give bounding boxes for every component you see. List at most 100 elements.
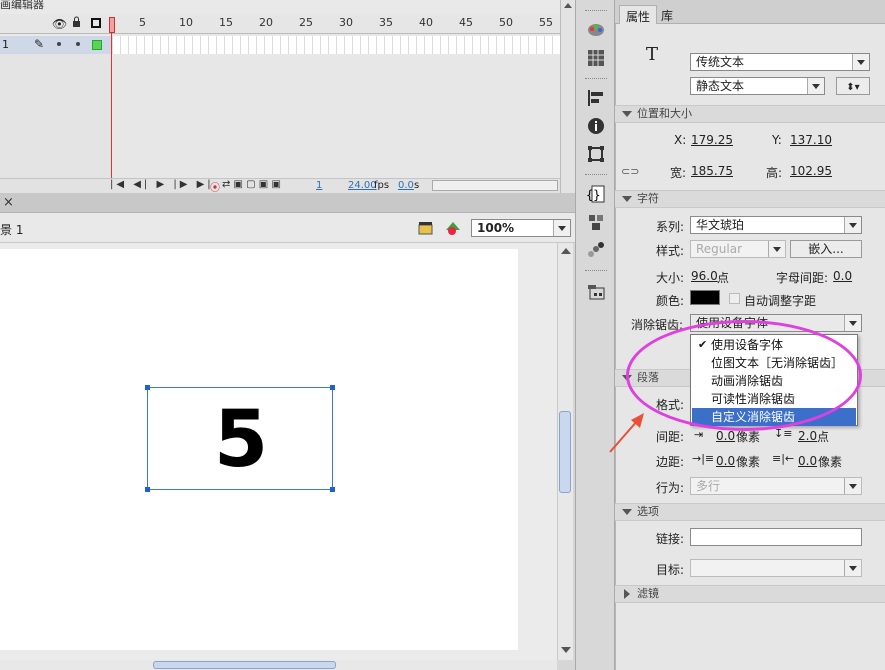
frame-ruler[interactable]: 1510152025303540455055 xyxy=(0,0,560,29)
motion-presets-icon[interactable] xyxy=(586,240,606,260)
handle-top-right[interactable] xyxy=(330,385,335,390)
zoom-value: 100% xyxy=(477,221,515,235)
width-label: 宽: xyxy=(670,166,687,180)
swatches-icon[interactable] xyxy=(586,48,606,68)
size-value[interactable]: 96.0 xyxy=(691,269,718,283)
tab-properties[interactable]: 属性 xyxy=(619,5,658,24)
left-margin-value[interactable]: 0.0 xyxy=(716,454,735,468)
indent-value[interactable]: 0.0 xyxy=(716,429,735,443)
text-engine-value: 传统文本 xyxy=(696,55,745,69)
line-spacing-value[interactable]: 2.0 xyxy=(798,429,817,443)
scroll-down-icon[interactable] xyxy=(561,647,571,653)
y-value[interactable]: 137.10 xyxy=(790,133,832,147)
frame-number: 15 xyxy=(219,16,233,29)
lock-dot-icon[interactable] xyxy=(76,42,80,46)
actions-icon[interactable]: {} xyxy=(586,184,606,204)
current-frame[interactable]: 1 xyxy=(316,180,322,191)
pencil-icon: ✎ xyxy=(34,37,45,51)
layer-list-empty xyxy=(0,54,112,178)
family-label: 系列: xyxy=(656,220,685,234)
elapsed-unit: s xyxy=(414,180,420,191)
edit-scene-icon[interactable] xyxy=(418,221,434,235)
section-options[interactable]: 选项 xyxy=(615,503,885,521)
frame-number: 50 xyxy=(499,16,513,29)
stage-horizontal-scrollbar[interactable] xyxy=(0,660,557,670)
handle-top-left[interactable] xyxy=(145,385,150,390)
library-panel-icon[interactable] xyxy=(586,282,606,302)
document-tab-bar: × xyxy=(0,193,575,213)
layer-row[interactable]: 1 ✎ xyxy=(0,36,112,54)
fps-value[interactable]: 24.00 xyxy=(348,180,377,191)
frame-number: 35 xyxy=(379,16,393,29)
stage-vertical-scrollbar[interactable] xyxy=(557,243,573,660)
align-icon[interactable] xyxy=(586,88,606,108)
target-label: 目标: xyxy=(656,563,685,577)
frame-number: 40 xyxy=(419,16,433,29)
color-swatch[interactable] xyxy=(690,290,720,305)
x-label: X: xyxy=(674,133,687,147)
autokern-label: 自动调整字距 xyxy=(744,294,817,308)
text-field-selection[interactable]: 5 xyxy=(145,385,335,492)
handle-bottom-left[interactable] xyxy=(145,487,150,492)
stage-text[interactable]: 5 xyxy=(148,388,334,491)
embed-button[interactable]: 嵌入... xyxy=(790,240,862,258)
link-label: 链接: xyxy=(656,532,685,546)
transform-icon[interactable] xyxy=(586,144,606,164)
components-icon[interactable] xyxy=(586,212,606,232)
font-style-select: Regular xyxy=(690,240,786,258)
edit-bar: 景 1 100% xyxy=(0,213,575,243)
panel-icon-strip: {} xyxy=(575,0,615,670)
font-style-value: Regular xyxy=(696,242,743,256)
timeline-panel: 画编辑器 👁 1510152025303540455055 1 ✎ |◀ ◀| … xyxy=(0,0,575,194)
link-input[interactable] xyxy=(690,528,862,546)
timeline-scrollbar[interactable] xyxy=(560,0,575,193)
svg-text:{}: {} xyxy=(586,188,600,202)
annotation-arrow-icon xyxy=(609,413,644,453)
behavior-label: 行为: xyxy=(656,481,685,495)
section-position-size[interactable]: 位置和大小 xyxy=(615,105,885,123)
letter-spacing-value[interactable]: 0.0 xyxy=(833,269,852,283)
handle-bottom-right[interactable] xyxy=(330,487,335,492)
layer-color-icon[interactable] xyxy=(92,40,102,50)
frame-number: 45 xyxy=(459,16,473,29)
scroll-up-icon[interactable] xyxy=(564,3,572,8)
text-type-value: 静态文本 xyxy=(696,79,745,93)
tab-library[interactable]: 库 xyxy=(655,5,679,24)
target-select xyxy=(690,559,862,577)
playhead[interactable] xyxy=(109,17,115,33)
font-family-select[interactable]: 华文琥珀 xyxy=(690,216,862,234)
color-icon[interactable] xyxy=(586,20,606,40)
section-character[interactable]: 字符 xyxy=(615,190,885,208)
orientation-icon: ⬍▾ xyxy=(846,82,860,93)
grip xyxy=(585,78,607,80)
scroll-up-icon[interactable] xyxy=(561,248,571,254)
playback-controls-icon[interactable]: |◀ ◀| ▶ |▶ ▶| xyxy=(110,179,214,190)
visible-dot-icon[interactable] xyxy=(57,42,61,46)
edit-symbol-icon[interactable] xyxy=(444,220,464,236)
onion-skin-icon[interactable]: ⇄ ▣ ▢ ▣ ▣ xyxy=(222,179,281,190)
scene-label[interactable]: 景 1 xyxy=(0,221,23,238)
frame-area-empty xyxy=(112,54,560,178)
right-margin-value[interactable]: 0.0 xyxy=(798,454,817,468)
info-icon[interactable] xyxy=(586,116,606,136)
layer-name: 1 xyxy=(2,38,9,51)
size-label: 大小: xyxy=(656,271,685,285)
timeline-hscroll[interactable] xyxy=(432,180,558,191)
text-engine-select[interactable]: 传统文本 xyxy=(690,53,870,71)
frame-cells[interactable] xyxy=(112,36,560,54)
color-label: 颜色: xyxy=(656,294,685,308)
orientation-button[interactable]: ⬍▾ xyxy=(836,77,870,95)
elapsed-time[interactable]: 0.0 xyxy=(398,180,414,191)
width-value[interactable]: 185.75 xyxy=(691,164,733,178)
playhead-line xyxy=(111,33,112,178)
text-type-select[interactable]: 静态文本 xyxy=(690,77,825,95)
scroll-thumb[interactable] xyxy=(559,411,571,493)
scroll-thumb-h[interactable] xyxy=(153,661,336,669)
section-filters[interactable]: 滤镜 xyxy=(615,585,885,603)
x-value[interactable]: 179.25 xyxy=(691,133,733,147)
loop-icon[interactable]: ⦿ xyxy=(210,179,220,194)
link-icon[interactable]: ⊂⊃ xyxy=(621,165,639,178)
zoom-select[interactable]: 100% xyxy=(471,219,571,237)
close-icon[interactable]: × xyxy=(3,195,14,210)
annotation-ellipse xyxy=(626,320,862,431)
